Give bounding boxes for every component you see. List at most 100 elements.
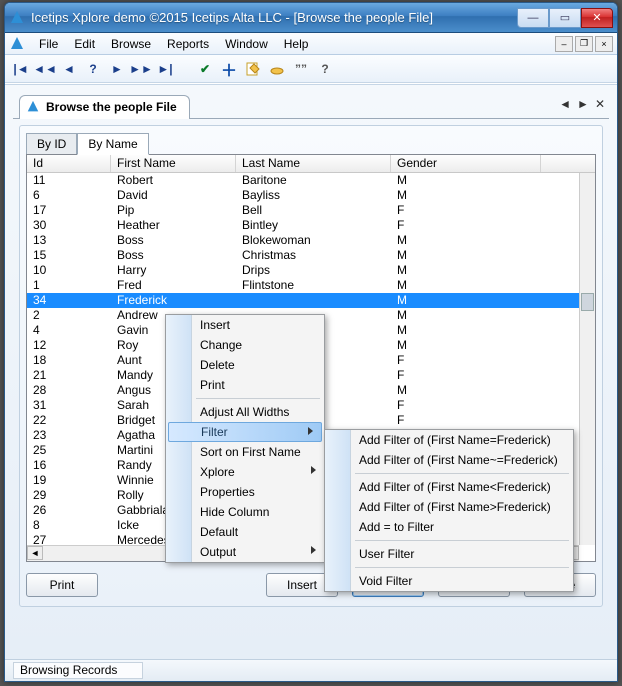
ctx-hide-column[interactable]: Hide Column xyxy=(166,502,324,522)
ctx-default[interactable]: Default xyxy=(166,522,324,542)
quote-icon[interactable]: ”” xyxy=(293,61,309,77)
cell-first: Robert xyxy=(111,173,236,188)
ctx-add-filter-lt[interactable]: Add Filter of (First Name<Frederick) xyxy=(325,477,573,497)
ctx-add-filter-gt[interactable]: Add Filter of (First Name>Frederick) xyxy=(325,497,573,517)
last-record-icon[interactable]: ►| xyxy=(157,61,173,77)
ctx-print[interactable]: Print xyxy=(166,375,324,395)
statusbar: Browsing Records xyxy=(5,659,617,681)
table-row[interactable]: 17PipBellF xyxy=(27,203,579,218)
mdi-restore-button[interactable]: ❐ xyxy=(575,36,593,52)
cell-first: David xyxy=(111,188,236,203)
ctx-add-filter-ne[interactable]: Add Filter of (First Name~=Frederick) xyxy=(325,450,573,470)
col-header-first-name[interactable]: First Name xyxy=(111,155,236,172)
question-icon[interactable]: ? xyxy=(317,61,333,77)
cell-id: 11 xyxy=(27,173,111,188)
grid-header: Id First Name Last Name Gender xyxy=(27,155,595,173)
ctx-adjust-widths[interactable]: Adjust All Widths xyxy=(166,402,324,422)
prev-record-icon[interactable]: ◄ xyxy=(61,61,77,77)
table-row[interactable]: 34FrederickM xyxy=(27,293,579,308)
fast-forward-icon[interactable]: ►► xyxy=(133,61,149,77)
cell-first: Frederick xyxy=(111,293,236,308)
tab-by-id[interactable]: By ID xyxy=(26,133,77,155)
edit-icon[interactable] xyxy=(245,61,261,77)
tab-next-icon[interactable]: ► xyxy=(577,97,589,111)
add-icon[interactable]: ＋ xyxy=(221,61,237,77)
delete-icon[interactable] xyxy=(269,61,285,77)
menubar: File Edit Browse Reports Window Help – ❐… xyxy=(5,33,617,55)
cell-first: Heather xyxy=(111,218,236,233)
cell-first: Harry xyxy=(111,263,236,278)
menu-edit[interactable]: Edit xyxy=(66,35,103,53)
cell-gender: M xyxy=(391,173,541,188)
col-header-gender[interactable]: Gender xyxy=(391,155,541,172)
cell-id: 21 xyxy=(27,368,111,383)
ctx-sort[interactable]: Sort on First Name xyxy=(166,442,324,462)
cell-id: 12 xyxy=(27,338,111,353)
menu-browse[interactable]: Browse xyxy=(103,35,159,53)
ctx-xplore[interactable]: Xplore xyxy=(166,462,324,482)
toolbar: |◄ ◄◄ ◄ ? ► ►► ►| ✔ ＋ ”” ? xyxy=(5,55,617,83)
ctx-insert[interactable]: Insert xyxy=(166,315,324,335)
ctx-change[interactable]: Change xyxy=(166,335,324,355)
table-row[interactable]: 1FredFlintstoneM xyxy=(27,278,579,293)
menu-reports[interactable]: Reports xyxy=(159,35,217,53)
fast-rewind-icon[interactable]: ◄◄ xyxy=(37,61,53,77)
cell-gender: M xyxy=(391,308,541,323)
menu-help[interactable]: Help xyxy=(276,35,317,53)
table-row[interactable]: 11RobertBaritoneM xyxy=(27,173,579,188)
mdi-minimize-button[interactable]: – xyxy=(555,36,573,52)
ctx-filter-label: Filter xyxy=(201,425,228,439)
tab-close-icon[interactable]: ✕ xyxy=(595,97,605,111)
vertical-scrollbar[interactable] xyxy=(579,173,595,545)
ctx-filter[interactable]: Filter xyxy=(168,422,322,442)
ctx-add-filter-eq[interactable]: Add Filter of (First Name=Frederick) xyxy=(325,430,573,450)
cell-last: Bell xyxy=(236,203,391,218)
next-record-icon[interactable]: ► xyxy=(109,61,125,77)
cell-id: 16 xyxy=(27,458,111,473)
col-header-last-name[interactable]: Last Name xyxy=(236,155,391,172)
menu-file[interactable]: File xyxy=(31,35,66,53)
col-header-id[interactable]: Id xyxy=(27,155,111,172)
table-row[interactable]: 15BossChristmasM xyxy=(27,248,579,263)
document-tab[interactable]: Browse the people File xyxy=(19,95,190,119)
cell-gender: F xyxy=(391,413,541,428)
cell-id: 15 xyxy=(27,248,111,263)
document-icon xyxy=(9,36,25,52)
maximize-button[interactable]: ▭ xyxy=(549,8,581,28)
cell-last: Baritone xyxy=(236,173,391,188)
ctx-output[interactable]: Output xyxy=(166,542,324,562)
close-window-button[interactable]: ✕ xyxy=(581,8,613,28)
table-row[interactable]: 10HarryDripsM xyxy=(27,263,579,278)
table-row[interactable]: 30HeatherBintleyF xyxy=(27,218,579,233)
table-row[interactable]: 6DavidBaylissM xyxy=(27,188,579,203)
tab-prev-icon[interactable]: ◄ xyxy=(559,97,571,111)
minimize-button[interactable]: — xyxy=(517,8,549,28)
scroll-thumb[interactable] xyxy=(581,293,594,311)
ctx-delete[interactable]: Delete xyxy=(166,355,324,375)
ctx-output-label: Output xyxy=(200,545,236,559)
cell-gender: M xyxy=(391,188,541,203)
cell-id: 31 xyxy=(27,398,111,413)
cell-gender: M xyxy=(391,323,541,338)
cell-id: 1 xyxy=(27,278,111,293)
ctx-properties[interactable]: Properties xyxy=(166,482,324,502)
cell-id: 8 xyxy=(27,518,111,533)
cell-gender: F xyxy=(391,368,541,383)
document-tabstrip: Browse the people File ◄ ► ✕ xyxy=(13,89,609,119)
tab-by-name[interactable]: By Name xyxy=(77,133,148,155)
menu-window[interactable]: Window xyxy=(217,35,276,53)
table-row[interactable]: 13BossBlokewomanM xyxy=(27,233,579,248)
cell-gender: F xyxy=(391,218,541,233)
ctx-user-filter[interactable]: User Filter xyxy=(325,544,573,564)
print-button[interactable]: Print xyxy=(26,573,98,597)
scroll-left-icon[interactable]: ◄ xyxy=(27,546,43,560)
cell-gender: M xyxy=(391,278,541,293)
filter-submenu: Add Filter of (First Name=Frederick) Add… xyxy=(324,429,574,592)
accept-icon[interactable]: ✔ xyxy=(197,61,213,77)
ctx-void-filter[interactable]: Void Filter xyxy=(325,571,573,591)
mdi-close-button[interactable]: × xyxy=(595,36,613,52)
ctx-add-to-filter[interactable]: Add = to Filter xyxy=(325,517,573,537)
first-record-icon[interactable]: |◄ xyxy=(13,61,29,77)
cell-id: 27 xyxy=(27,533,111,545)
help-icon[interactable]: ? xyxy=(85,61,101,77)
